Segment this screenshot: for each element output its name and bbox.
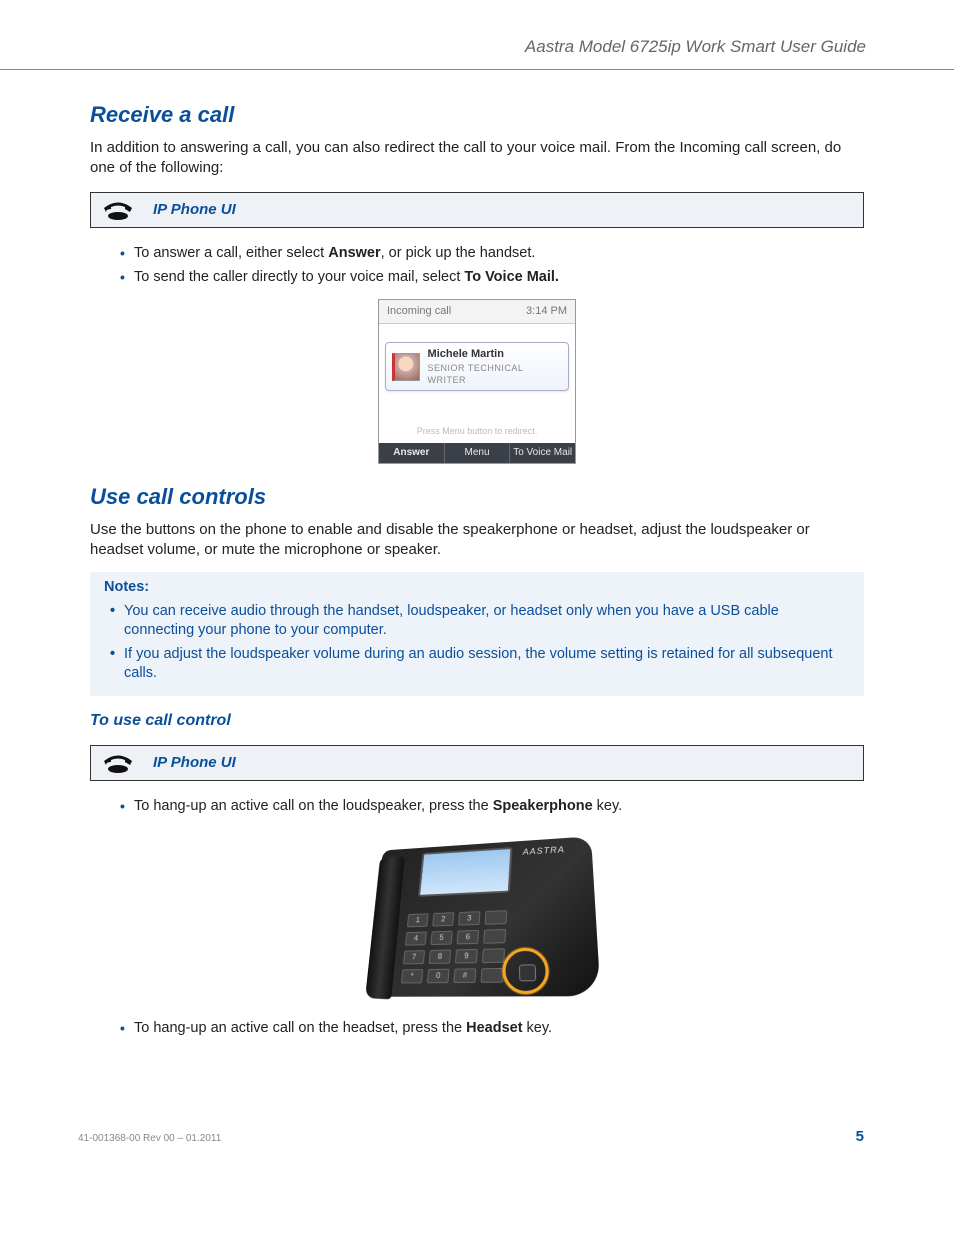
phone-icon	[101, 752, 135, 774]
list-item: To send the caller directly to your voic…	[120, 266, 864, 290]
softkey-bar: Answer Menu To Voice Mail	[379, 443, 575, 463]
call-control-steps: To hang-up an active call on the loudspe…	[90, 791, 864, 819]
phone-icon	[101, 199, 135, 221]
heading-receive-call: Receive a call	[90, 100, 864, 130]
screen-hint: Press Menu button to redirect.	[385, 425, 569, 437]
receive-call-steps: To answer a call, either select Answer, …	[90, 238, 864, 289]
guide-title: Aastra Model 6725ip Work Smart User Guid…	[525, 37, 866, 56]
page-content: Receive a call In addition to answering …	[0, 70, 954, 1041]
ip-phone-ui-label: IP Phone UI	[153, 200, 236, 220]
phone-brand: AASTRA	[523, 844, 566, 858]
note-item: You can receive audio through the handse…	[110, 600, 850, 643]
list-item: To answer a call, either select Answer, …	[120, 242, 864, 266]
intro-call-controls: Use the buttons on the phone to enable a…	[90, 520, 864, 561]
caller-card: Michele Martin SENIOR TECHNICAL WRITER	[385, 342, 569, 391]
softkey-answer: Answer	[379, 443, 444, 463]
avatar	[392, 353, 420, 381]
ip-phone-ui-label: IP Phone UI	[153, 753, 236, 773]
softkey-voicemail: To Voice Mail	[509, 443, 575, 463]
list-item: To hang-up an active call on the loudspe…	[120, 795, 864, 819]
notes-box: Notes: You can receive audio through the…	[90, 572, 864, 696]
page-number: 5	[856, 1127, 864, 1147]
speakerphone-key-highlight	[502, 947, 549, 994]
phone-hardware-photo: AASTRA 123 456 789 *0#	[362, 829, 592, 999]
intro-receive-call: In addition to answering a call, you can…	[90, 138, 864, 179]
notes-title: Notes:	[104, 578, 850, 598]
caller-role: SENIOR TECHNICAL WRITER	[428, 362, 562, 386]
doc-revision: 41-001368-00 Rev 00 – 01.2011	[78, 1132, 221, 1146]
call-control-steps-2: To hang-up an active call on the headset…	[90, 1013, 864, 1041]
heading-call-controls: Use call controls	[90, 482, 864, 512]
incoming-call-screenshot: Incoming call 3:14 PM Michele Martin SEN…	[378, 299, 576, 464]
page-footer: 41-001368-00 Rev 00 – 01.2011 5	[78, 1127, 864, 1147]
softkey-menu: Menu	[444, 443, 510, 463]
caller-name: Michele Martin	[428, 347, 562, 362]
handset	[365, 857, 405, 1000]
list-item: To hang-up an active call on the headset…	[120, 1017, 864, 1041]
screen-time: 3:14 PM	[526, 304, 567, 319]
note-item: If you adjust the loudspeaker volume dur…	[110, 643, 850, 686]
phone-display	[418, 847, 512, 897]
ip-phone-ui-band: IP Phone UI	[90, 745, 864, 781]
running-header: Aastra Model 6725ip Work Smart User Guid…	[0, 0, 954, 69]
screen-title: Incoming call	[387, 304, 451, 319]
ip-phone-ui-band: IP Phone UI	[90, 192, 864, 228]
screen-statusbar: Incoming call 3:14 PM	[379, 300, 575, 324]
subheading-use-call-control: To use call control	[90, 710, 864, 732]
